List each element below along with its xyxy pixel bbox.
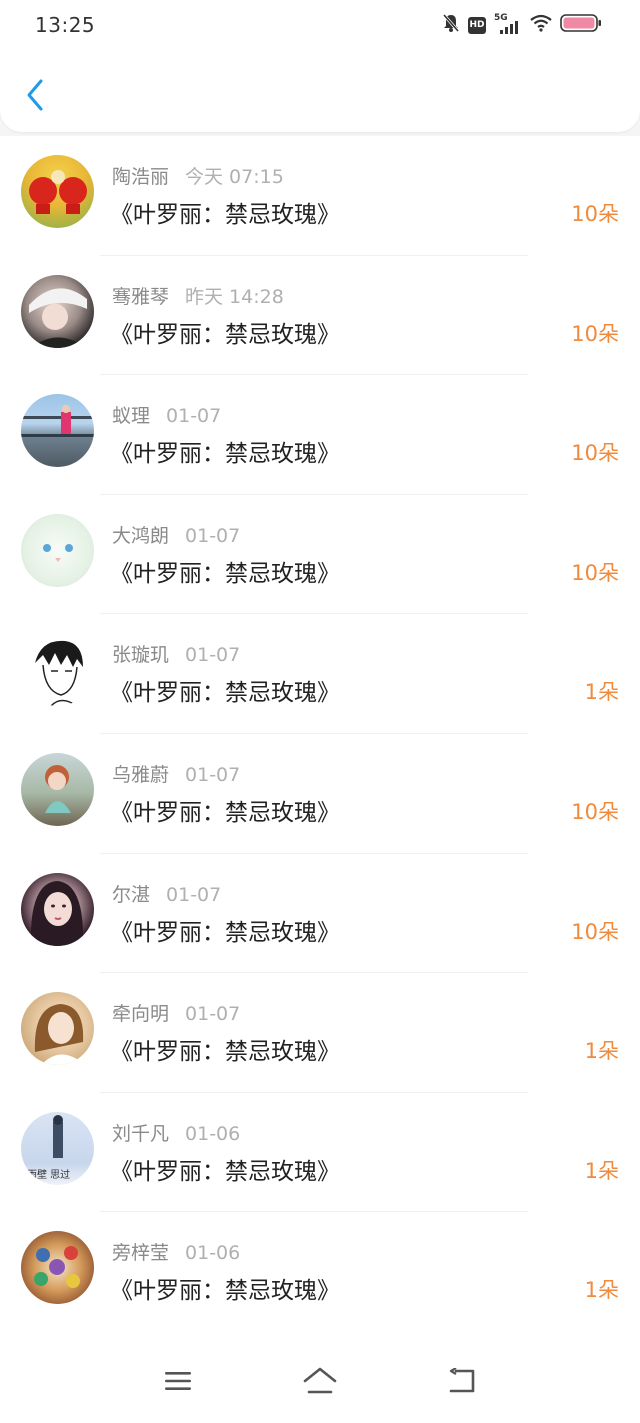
avatar bbox=[21, 633, 94, 707]
gift-count: 10朵 bbox=[571, 441, 619, 466]
5g-signal-icon: 5G bbox=[494, 13, 522, 35]
gift-count: 1朵 bbox=[584, 1158, 619, 1183]
sender-line: 陶浩丽 今天 07:15 bbox=[112, 162, 284, 189]
gift-time: 01-07 bbox=[185, 644, 241, 667]
book-title: 《叶罗丽：禁忌玫瑰》 bbox=[110, 919, 340, 946]
sender-name: 骞雅琴 bbox=[112, 285, 170, 308]
back-nav-button[interactable] bbox=[442, 1366, 482, 1400]
list-item[interactable]: 大鸿朗 01-07 《叶罗丽：禁忌玫瑰》 10朵 bbox=[0, 495, 640, 615]
sender-line: 牵向明 01-07 bbox=[112, 999, 240, 1026]
sender-name: 乌雅蔚 bbox=[112, 764, 170, 786]
list-item[interactable]: 陶浩丽 今天 07:15 《叶罗丽：禁忌玫瑰》 10朵 bbox=[0, 136, 640, 256]
book-title: 《叶罗丽：禁忌玫瑰》 bbox=[110, 1158, 340, 1185]
sender-line: 骞雅琴 昨天 14:28 bbox=[112, 282, 284, 309]
gift-count: 1朵 bbox=[584, 680, 619, 705]
sender-line: 尔湛 01-07 bbox=[112, 880, 221, 907]
list-item[interactable]: 乌雅蔚 01-07 《叶罗丽：禁忌玫瑰》 10朵 bbox=[0, 734, 640, 854]
sender-line: 蚁理 01-07 bbox=[112, 401, 221, 428]
mute-bell-icon bbox=[442, 13, 460, 37]
gift-time: 01-07 bbox=[166, 405, 222, 428]
menu-icon bbox=[164, 1369, 192, 1397]
avatar bbox=[21, 872, 94, 946]
gift-count: 10朵 bbox=[571, 919, 619, 944]
gift-count: 10朵 bbox=[571, 800, 619, 824]
gift-count: 10朵 bbox=[571, 202, 619, 226]
book-title: 《叶罗丽：禁忌玫瑰》 bbox=[110, 680, 340, 707]
sender-name: 牵向明 bbox=[112, 1003, 170, 1026]
status-icons: HD 5G bbox=[442, 13, 602, 37]
list-item[interactable]: 蚁理 01-07 《叶罗丽：禁忌玫瑰》 10朵 bbox=[0, 375, 640, 495]
sender-line: 旁梓莹 01-06 bbox=[112, 1238, 240, 1265]
back-icon bbox=[447, 1367, 477, 1398]
home-button[interactable] bbox=[300, 1366, 340, 1400]
battery-icon bbox=[560, 13, 602, 37]
sender-name: 大鸿朗 bbox=[112, 524, 170, 547]
hd-label: HD bbox=[469, 20, 485, 30]
top-header bbox=[0, 52, 640, 132]
sender-name: 陶浩丽 bbox=[112, 166, 170, 188]
sender-name: 张璇玑 bbox=[112, 644, 170, 667]
back-button[interactable] bbox=[18, 77, 52, 117]
gift-count: 10朵 bbox=[571, 560, 619, 585]
gift-time: 01-07 bbox=[185, 524, 241, 547]
book-title: 《叶罗丽：禁忌玫瑰》 bbox=[110, 202, 340, 228]
list-item[interactable]: 骞雅琴 昨天 14:28 《叶罗丽：禁忌玫瑰》 10朵 bbox=[0, 256, 640, 376]
gift-count: 10朵 bbox=[571, 321, 619, 346]
book-title: 《叶罗丽：禁忌玫瑰》 bbox=[110, 800, 340, 826]
list-item[interactable]: 旁梓莹 01-06 《叶罗丽：禁忌玫瑰》 1朵 bbox=[0, 1212, 640, 1332]
sender-name: 蚁理 bbox=[112, 405, 151, 428]
gift-count: 1朵 bbox=[584, 1278, 619, 1303]
gift-count: 1朵 bbox=[584, 1039, 619, 1064]
sender-name: 尔湛 bbox=[112, 883, 151, 906]
status-time: 13:25 bbox=[35, 13, 96, 37]
sender-line: 张璇玑 01-07 bbox=[112, 640, 240, 667]
sender-line: 乌雅蔚 01-07 bbox=[112, 760, 240, 787]
avatar: 雨壁 思过 bbox=[21, 1111, 94, 1185]
gift-time: 01-06 bbox=[185, 1122, 241, 1145]
list-item[interactable]: 雨壁 思过 刘千凡 01-06 《叶罗丽：禁忌玫瑰》 1朵 bbox=[0, 1093, 640, 1213]
avatar bbox=[21, 274, 94, 348]
gift-time: 01-07 bbox=[185, 1003, 241, 1026]
book-title: 《叶罗丽：禁忌玫瑰》 bbox=[110, 321, 340, 348]
gift-list: 陶浩丽 今天 07:15 《叶罗丽：禁忌玫瑰》 10朵 骞雅琴 昨天 14:28 《… bbox=[0, 136, 640, 1328]
book-title: 《叶罗丽：禁忌玫瑰》 bbox=[110, 560, 340, 587]
sender-line: 大鸿朗 01-07 bbox=[112, 521, 240, 548]
avatar bbox=[21, 1231, 94, 1305]
avatar bbox=[21, 513, 94, 587]
list-item[interactable]: 尔湛 01-07 《叶罗丽：禁忌玫瑰》 10朵 bbox=[0, 854, 640, 974]
chevron-left-icon bbox=[25, 78, 45, 116]
gift-time: 今天 07:15 bbox=[185, 166, 284, 188]
list-item[interactable]: 张璇玑 01-07 《叶罗丽：禁忌玫瑰》 1朵 bbox=[0, 614, 640, 734]
system-nav-bar bbox=[0, 1328, 640, 1423]
list-item[interactable]: 牵向明 01-07 《叶罗丽：禁忌玫瑰》 1朵 bbox=[0, 973, 640, 1093]
book-title: 《叶罗丽：禁忌玫瑰》 bbox=[110, 1039, 340, 1066]
avatar bbox=[21, 394, 94, 468]
avatar bbox=[21, 155, 94, 228]
wifi-icon bbox=[530, 14, 552, 36]
svg-text:雨壁 思过: 雨壁 思过 bbox=[27, 1168, 70, 1181]
avatar bbox=[21, 992, 94, 1066]
sender-name: 刘千凡 bbox=[112, 1122, 170, 1145]
hd-icon: HD bbox=[468, 16, 486, 34]
gift-time: 昨天 14:28 bbox=[185, 285, 284, 308]
sender-name: 旁梓莹 bbox=[112, 1242, 170, 1265]
book-title: 《叶罗丽：禁忌玫瑰》 bbox=[110, 1278, 340, 1305]
menu-button[interactable] bbox=[158, 1366, 198, 1400]
home-icon bbox=[303, 1367, 337, 1399]
status-bar: 13:25 HD 5G bbox=[0, 0, 640, 52]
gift-time: 01-07 bbox=[166, 883, 222, 906]
gift-time: 01-06 bbox=[185, 1242, 241, 1265]
sender-line: 刘千凡 01-06 bbox=[112, 1119, 240, 1146]
book-title: 《叶罗丽：禁忌玫瑰》 bbox=[110, 441, 340, 468]
gift-time: 01-07 bbox=[185, 764, 241, 786]
avatar bbox=[21, 753, 94, 826]
